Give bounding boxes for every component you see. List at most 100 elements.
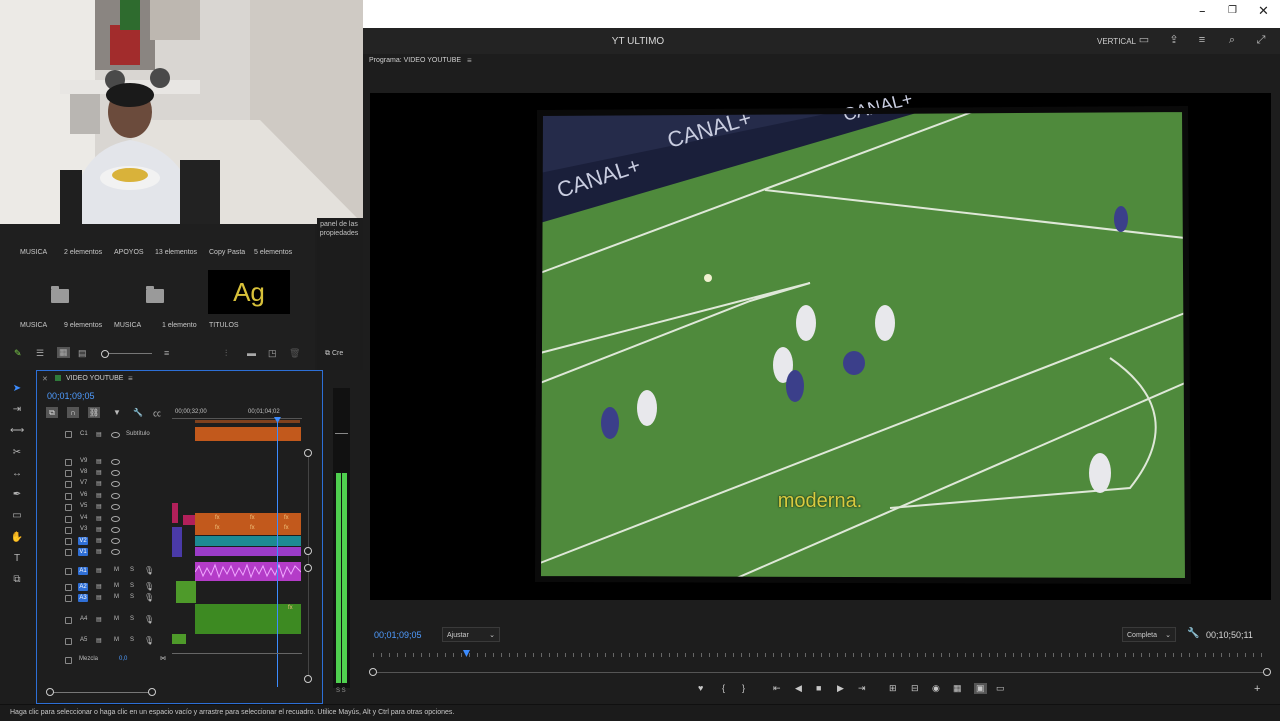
rectangle-icon[interactable]: ▭ <box>10 509 24 523</box>
mic-icon[interactable]: 🎙 <box>144 566 154 575</box>
bin-name[interactable]: MUSICA <box>114 322 141 329</box>
mute-button[interactable]: M <box>114 583 119 589</box>
eye-icon[interactable] <box>111 504 120 510</box>
program-video-frame[interactable]: CANAL+ CANAL+ CANAL+ <box>370 93 1271 600</box>
track-id[interactable]: A3 <box>78 594 88 602</box>
sync-icon[interactable]: ▤ <box>96 469 102 476</box>
hscroll-knob[interactable] <box>148 688 156 696</box>
lock-icon[interactable] <box>65 595 72 602</box>
close-icon[interactable]: ✕ <box>1258 4 1269 19</box>
timeline-timecode[interactable]: 00;01;09;05 <box>47 391 95 401</box>
sync-icon[interactable]: ▤ <box>96 616 102 623</box>
vscroll-knob[interactable] <box>304 675 312 683</box>
mark-in-icon[interactable]: { <box>722 683 725 693</box>
mic-icon[interactable]: 🎙 <box>144 593 154 602</box>
eye-icon[interactable] <box>111 516 120 522</box>
automate-icon[interactable]: ⫶ <box>225 348 227 359</box>
track-select-icon[interactable]: ⇥ <box>10 403 24 417</box>
mic-icon[interactable]: 🎙 <box>144 615 154 624</box>
lock-icon[interactable] <box>65 459 72 466</box>
frame-icon[interactable]: ▭ <box>1138 34 1150 46</box>
playback-quality-select[interactable]: Completa ⌄ <box>1122 627 1176 642</box>
bin-name[interactable]: TITULOS <box>209 322 239 329</box>
sync-icon[interactable]: ▤ <box>96 515 102 522</box>
program-monitor-tab[interactable]: Programa: VIDEO YOUTUBE <box>369 57 461 64</box>
bin-name[interactable]: MUSICA <box>20 322 47 329</box>
caption-tool-icon[interactable]: ⧉ <box>10 573 24 587</box>
lock-icon[interactable] <box>65 481 72 488</box>
track-id[interactable]: A4 <box>80 616 87 622</box>
type-icon[interactable]: T <box>10 552 24 566</box>
track-id[interactable]: A1 <box>78 567 88 575</box>
eye-icon[interactable] <box>111 549 120 555</box>
track-id[interactable]: A2 <box>78 583 88 591</box>
sync-icon[interactable]: ▤ <box>96 567 102 574</box>
meter-solo-label[interactable]: S S <box>336 688 346 694</box>
selection-tool-icon[interactable]: ➤ <box>10 382 24 396</box>
new-bin-icon[interactable]: ▬ <box>247 348 256 358</box>
sequence-tab[interactable]: VIDEO YOUTUBE <box>66 375 123 382</box>
sync-icon[interactable]: ▤ <box>96 458 102 465</box>
vscroll-knob[interactable] <box>304 449 312 457</box>
icon-view-icon[interactable]: ▦ <box>57 347 70 358</box>
hscroll-knob[interactable] <box>46 688 54 696</box>
sync-icon[interactable]: ▤ <box>96 431 102 438</box>
lock-icon[interactable] <box>65 504 72 511</box>
track-id[interactable]: V9 <box>80 458 87 464</box>
mark-out-icon[interactable]: } <box>742 683 745 693</box>
track-id[interactable]: V7 <box>80 480 87 486</box>
track-id[interactable]: A5 <box>80 637 87 643</box>
caption-clip[interactable] <box>195 427 301 441</box>
lock-icon[interactable] <box>65 431 72 438</box>
track-id[interactable]: V3 <box>80 526 87 532</box>
solo-button[interactable]: S <box>130 637 134 643</box>
nest-icon[interactable]: ⧉ <box>46 407 58 418</box>
mic-icon[interactable]: 🎙 <box>144 636 154 645</box>
add-button-icon[interactable]: + <box>1254 683 1260 695</box>
settings-wrench-icon[interactable]: 🔧 <box>133 408 143 417</box>
lock-icon[interactable] <box>65 638 72 645</box>
ripple-edit-icon[interactable]: ⟷ <box>10 424 24 438</box>
zoom-slider[interactable] <box>104 353 152 354</box>
solo-button[interactable]: S <box>130 567 134 573</box>
step-forward-icon[interactable]: ▶ <box>837 683 844 694</box>
video-clip[interactable] <box>183 515 195 525</box>
lock-icon[interactable] <box>65 584 72 591</box>
video-clip[interactable] <box>195 547 301 556</box>
list-view-icon[interactable]: ☰ <box>36 348 44 359</box>
sort-icon[interactable]: ≡ <box>164 348 169 358</box>
fullscreen-icon[interactable]: ⤢ <box>1255 34 1267 46</box>
new-item-icon[interactable]: ◳ <box>268 348 277 359</box>
graphic-thumbnail[interactable]: Ag <box>208 270 290 314</box>
mute-button[interactable]: M <box>114 616 119 622</box>
sync-icon[interactable]: ▤ <box>96 503 102 510</box>
work-area-bar[interactable] <box>195 420 300 423</box>
panel-menu-icon[interactable]: ≡ <box>128 374 133 383</box>
program-timecode[interactable]: 00;01;09;05 <box>374 630 422 640</box>
scroll-knob-left[interactable] <box>369 668 377 676</box>
mic-icon[interactable]: 🎙 <box>144 582 154 591</box>
track-id[interactable]: V6 <box>80 492 87 498</box>
export-frame-icon[interactable]: ◉ <box>932 683 940 694</box>
solo-button[interactable]: S <box>130 594 134 600</box>
eye-icon[interactable] <box>111 432 120 438</box>
track-id[interactable]: V4 <box>80 515 87 521</box>
slip-icon[interactable]: ↔ <box>10 467 24 481</box>
mute-button[interactable]: M <box>114 637 119 643</box>
bin-name[interactable]: Copy Pasta <box>209 249 245 256</box>
go-to-out-icon[interactable]: ⇥ <box>858 683 866 694</box>
timeline-hscroll[interactable] <box>50 692 152 693</box>
eye-icon[interactable] <box>111 481 120 487</box>
lock-icon[interactable] <box>65 493 72 500</box>
sync-icon[interactable]: ▤ <box>96 637 102 644</box>
solo-button[interactable]: S <box>130 616 134 622</box>
safe-margins-icon[interactable]: ▣ <box>974 683 987 694</box>
track-id[interactable]: V1 <box>78 548 88 556</box>
vscroll-knob[interactable] <box>304 547 312 555</box>
solo-button[interactable]: S <box>130 583 134 589</box>
audio-clip[interactable] <box>172 634 186 644</box>
vr-view-icon[interactable]: ▭ <box>996 683 1005 694</box>
lock-icon[interactable] <box>65 617 72 624</box>
add-marker-icon[interactable]: ♥ <box>698 683 703 693</box>
audio-clip[interactable] <box>176 581 196 603</box>
